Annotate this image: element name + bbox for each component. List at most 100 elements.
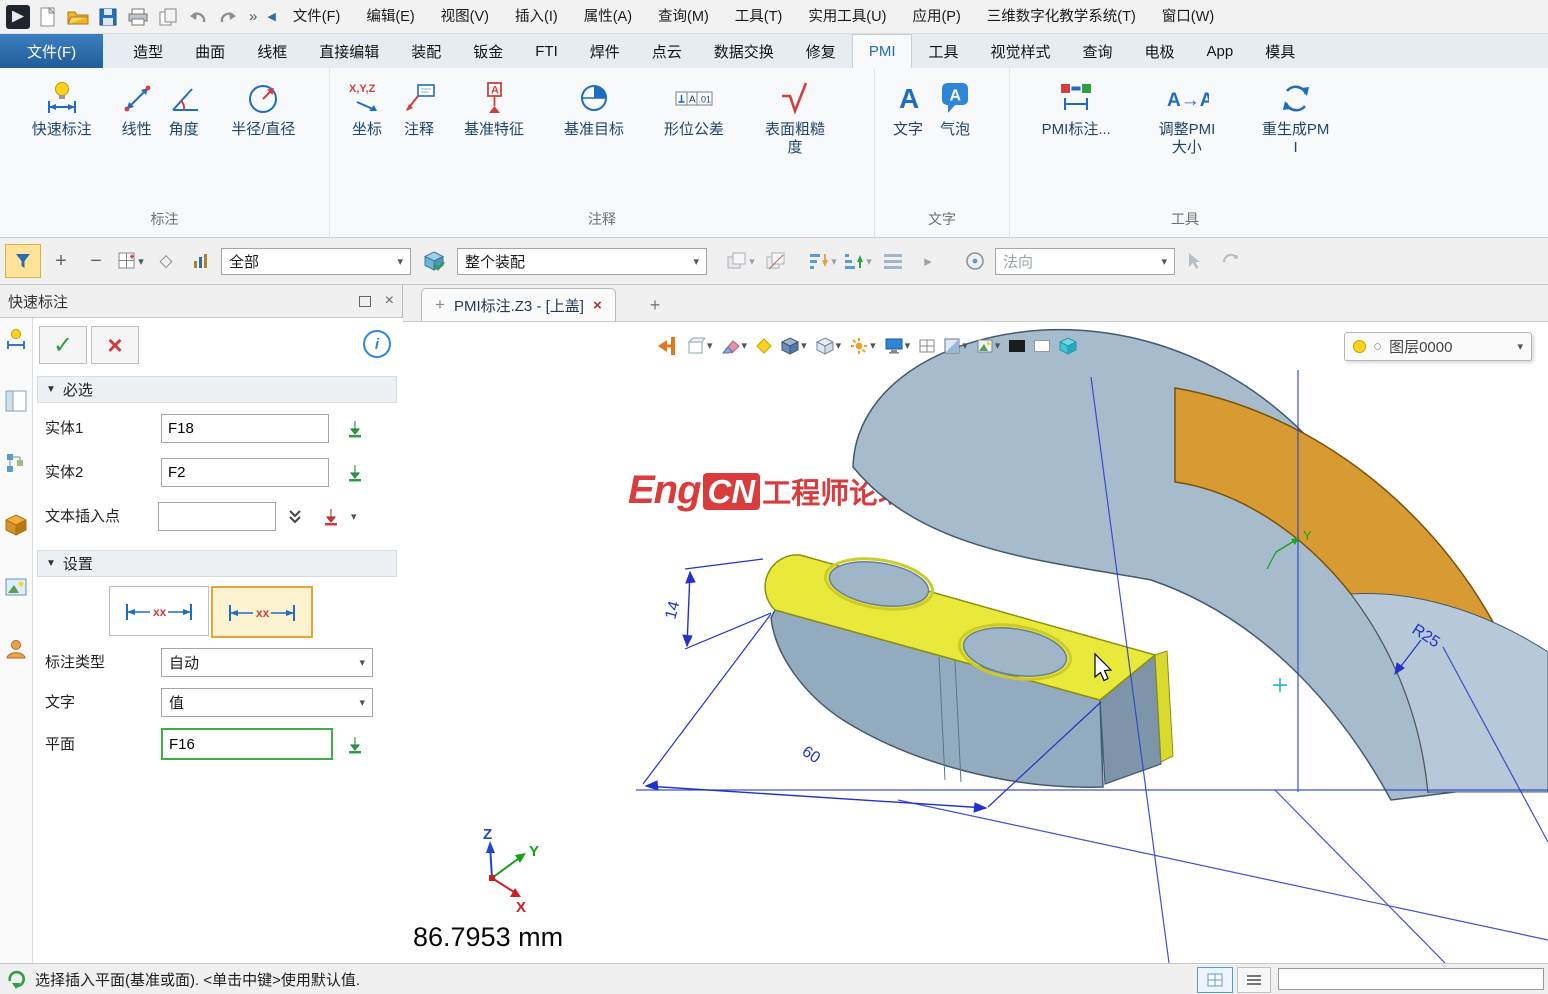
remove-selection-button[interactable]: − — [81, 245, 111, 277]
orientation-dropdown[interactable]: 法向 ▾ — [995, 248, 1175, 275]
menu-tools[interactable]: 工具(T) — [722, 0, 796, 34]
pointer-mode-button[interactable] — [1180, 245, 1210, 277]
scope-button[interactable] — [416, 245, 452, 277]
entity1-input[interactable] — [161, 414, 329, 443]
menu-utilities[interactable]: 实用工具(U) — [795, 0, 899, 34]
render-mode-button[interactable]: ▾ — [847, 332, 879, 359]
tab-pmi[interactable]: PMI — [852, 34, 913, 68]
plane-pick-icon[interactable] — [343, 733, 367, 757]
entity1-pick-icon[interactable] — [343, 417, 367, 441]
pick-filter-button[interactable] — [5, 244, 41, 278]
datum-target-button[interactable]: 基准目标 — [544, 76, 644, 143]
close-tab-icon[interactable]: × — [593, 297, 602, 314]
filter-list-button[interactable] — [186, 245, 216, 277]
new-document-icon[interactable] — [33, 3, 63, 31]
user-role-icon[interactable] — [5, 638, 27, 660]
dim-type-dropdown[interactable]: 自动 ▾ — [161, 648, 373, 677]
cancel-button[interactable]: × — [91, 326, 139, 364]
grid-toggle-button[interactable] — [1197, 967, 1233, 993]
erase-button[interactable]: ▾ — [719, 332, 751, 359]
panel-float-icon[interactable] — [359, 296, 371, 307]
tab-sheet-metal[interactable]: 钣金 — [457, 34, 519, 68]
layer-control[interactable]: ○ 图层0000 ▾ — [1344, 332, 1532, 361]
tab-tools[interactable]: 工具 — [912, 34, 974, 68]
qat-overflow-icon[interactable]: » — [243, 8, 263, 25]
status-input[interactable] — [1278, 968, 1544, 990]
layer-color-icon[interactable]: ○ — [1373, 338, 1382, 355]
adjust-pmi-size-button[interactable]: A→A 调整PMI大小 — [1133, 76, 1242, 161]
balloon-button[interactable]: A 气泡 — [931, 76, 979, 143]
background-light-swatch[interactable] — [1031, 332, 1053, 359]
graphics-viewport[interactable]: EngCN工程师论坛网 www.EngCN.com — [403, 322, 1548, 963]
pick-grid-button[interactable]: ▾ — [116, 245, 146, 277]
window-split-button[interactable] — [916, 332, 938, 359]
pmi-dimension-button[interactable]: PMI标注... — [1020, 76, 1133, 143]
sort-down-button[interactable]: ▾ — [843, 245, 873, 277]
entity-filter-dropdown[interactable]: 全部 ▾ — [221, 248, 411, 275]
tab-app[interactable]: App — [1191, 34, 1250, 68]
surface-finish-button[interactable]: 表面粗糙度 — [744, 76, 846, 161]
menu-edit[interactable]: 编辑(E) — [353, 0, 427, 34]
add-selection-button[interactable]: + — [46, 245, 76, 277]
caret-icon[interactable]: ▾ — [351, 510, 357, 523]
wireframe-display-button[interactable]: ▾ — [813, 332, 845, 359]
insert-point-pick-icon[interactable] — [319, 505, 343, 529]
radius-diameter-button[interactable]: 半径/直径 — [208, 76, 319, 143]
menu-view[interactable]: 视图(V) — [428, 0, 502, 34]
tab-mold[interactable]: 模具 — [1249, 34, 1311, 68]
reference-plane-button[interactable] — [960, 245, 990, 277]
dim-style-linear-button[interactable]: xx — [109, 586, 209, 636]
menu-attributes[interactable]: 属性(A) — [571, 0, 645, 34]
active-command-icon[interactable] — [5, 328, 27, 350]
dim-style-baseline-button[interactable]: xx — [211, 586, 313, 638]
sort-up-button[interactable]: ▾ — [808, 245, 838, 277]
tab-wireframe[interactable]: 线框 — [241, 34, 303, 68]
copy-icon[interactable] — [153, 3, 183, 31]
tab-shape[interactable]: 造型 — [117, 34, 179, 68]
highlight-button[interactable] — [753, 332, 775, 359]
paste-entities-button[interactable] — [761, 245, 791, 277]
regenerate-pmi-button[interactable]: 重生成PMI — [1241, 76, 1350, 161]
text-mode-dropdown[interactable]: 值 ▾ — [161, 688, 373, 717]
assembly-tree-icon[interactable] — [5, 452, 27, 474]
tab-assembly[interactable]: 装配 — [395, 34, 457, 68]
tab-weldment[interactable]: 焊件 — [574, 34, 636, 68]
open-folder-icon[interactable] — [63, 3, 93, 31]
pick-last-button[interactable]: ▸ — [913, 245, 943, 277]
menu-window[interactable]: 窗口(W) — [1149, 0, 1227, 34]
coordinate-button[interactable]: X,Y,Z 坐标 — [340, 76, 394, 143]
tab-surface[interactable]: 曲面 — [179, 34, 241, 68]
document-tab[interactable]: + PMI标注.Z3 - [上盖] × — [421, 288, 616, 321]
collapse-icon[interactable]: ▼ — [46, 558, 56, 569]
tab-electrode[interactable]: 电极 — [1129, 34, 1191, 68]
snap-button[interactable] — [1215, 245, 1245, 277]
tab-point-cloud[interactable]: 点云 — [636, 34, 698, 68]
tab-direct-edit[interactable]: 直接编辑 — [303, 34, 395, 68]
menu-inquire[interactable]: 查询(M) — [645, 0, 722, 34]
quick-dimension-button[interactable]: 快速标注 — [10, 76, 114, 143]
print-icon[interactable] — [123, 3, 153, 31]
copy-entities-button[interactable]: ▾ — [726, 245, 756, 277]
ok-button[interactable]: ✓ — [39, 326, 87, 364]
tab-visual-style[interactable]: 视觉样式 — [975, 34, 1067, 68]
save-icon[interactable] — [93, 3, 123, 31]
shade-all-button[interactable] — [1056, 332, 1080, 359]
menu-applications[interactable]: 应用(P) — [899, 0, 973, 34]
new-tab-button[interactable]: + — [642, 289, 669, 321]
entity2-pick-icon[interactable] — [343, 461, 367, 485]
text-button[interactable]: A 文字 — [885, 76, 931, 143]
collapse-icon[interactable]: ▼ — [46, 384, 56, 395]
exit-pmi-button[interactable] — [653, 332, 681, 359]
tab-file[interactable]: 文件(F) — [0, 34, 103, 68]
background-image-button[interactable]: ▾ — [974, 332, 1004, 359]
list-related-button[interactable] — [878, 245, 908, 277]
undo-icon[interactable] — [183, 3, 213, 31]
tab-repair[interactable]: 修复 — [790, 34, 852, 68]
tolerance-button[interactable]: A .01 形位公差 — [644, 76, 744, 143]
layer-visibility-icon[interactable] — [1353, 340, 1366, 353]
tab-fti[interactable]: FTI — [519, 34, 574, 68]
datum-feature-button[interactable]: A 基准特征 — [444, 76, 544, 143]
caret-icon[interactable]: ▾ — [1517, 340, 1523, 353]
linear-button[interactable]: 线性 — [114, 76, 160, 143]
menu-insert[interactable]: 插入(I) — [502, 0, 571, 34]
